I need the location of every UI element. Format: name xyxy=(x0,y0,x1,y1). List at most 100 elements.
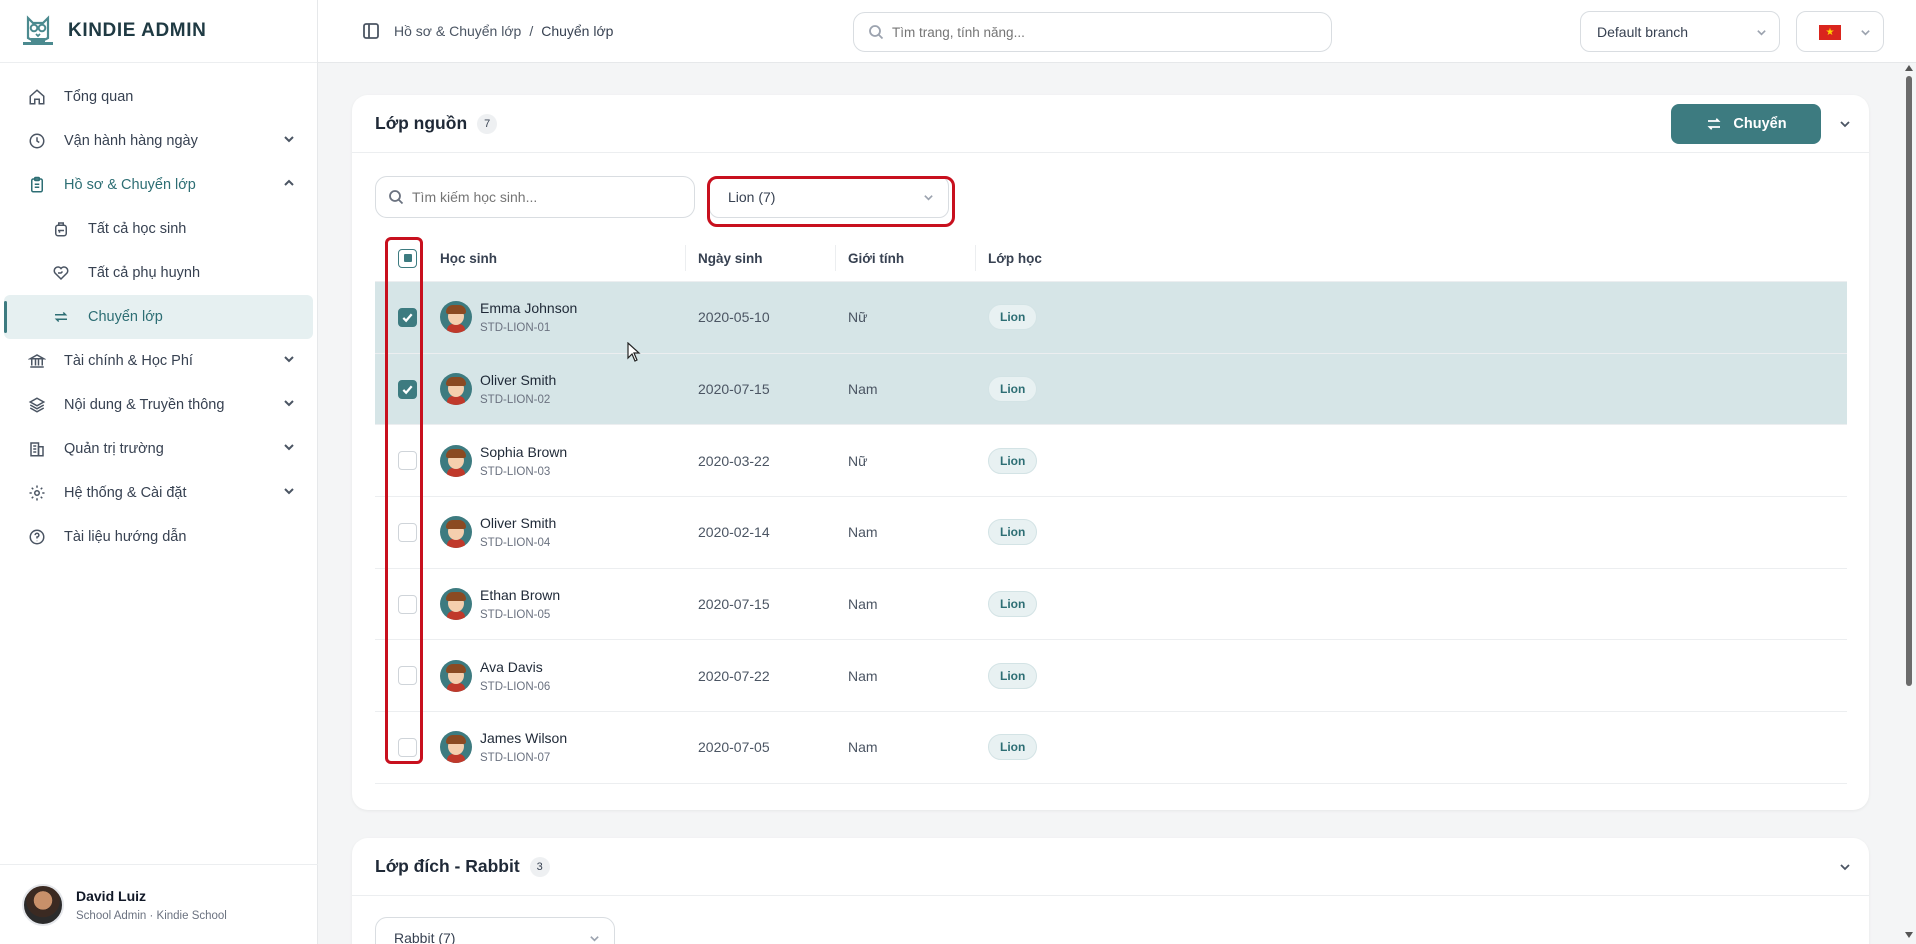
row-checkbox-cell xyxy=(375,666,440,686)
student-id: STD-LION-01 xyxy=(480,322,551,335)
brand[interactable]: KINDIE ADMIN xyxy=(0,0,317,63)
sidebar-item-overview[interactable]: Tổng quan xyxy=(0,75,317,119)
sidebar-item-system-settings[interactable]: Hệ thống & Cài đặt xyxy=(0,471,317,515)
select-all-checkbox[interactable] xyxy=(398,248,417,268)
sidebar-toggle-icon[interactable] xyxy=(362,22,380,40)
chevron-down-icon xyxy=(284,444,294,451)
sidebar-item-content[interactable]: Nội dung & Truyền thông xyxy=(0,383,317,427)
global-search[interactable] xyxy=(853,12,1332,52)
chevron-down-icon xyxy=(284,488,294,495)
chevron-down-icon xyxy=(284,400,294,407)
student-id: STD-LION-06 xyxy=(480,680,551,693)
student-gender: Nữ xyxy=(848,452,868,469)
class-pill: Lion xyxy=(988,376,1038,403)
student-gender: Nam xyxy=(848,667,878,684)
search-icon xyxy=(389,190,404,205)
sidebar-item-finance[interactable]: Tài chính & Học Phí xyxy=(0,339,317,383)
target-card-header: Lớp đích - Rabbit 3 xyxy=(352,838,1869,896)
student-search[interactable] xyxy=(375,176,695,218)
user-name: David Luiz xyxy=(76,887,147,904)
target-class-select-value: Rabbit (7) xyxy=(394,930,456,944)
table-body: Emma Johnson STD-LION-01 2020-05-10 Nữ L… xyxy=(375,282,1847,784)
column-divider xyxy=(975,245,976,271)
table-row[interactable]: Ethan Brown STD-LION-05 2020-07-15 Nam L… xyxy=(375,569,1847,641)
sidebar-item-daily-ops[interactable]: Vận hành hàng ngày xyxy=(0,119,317,163)
sidebar-item-label: Quản trị trường xyxy=(64,441,164,457)
sidebar-subitem-class-transfer[interactable]: Chuyển lớp xyxy=(4,295,313,339)
col-header-gender[interactable]: Giới tính xyxy=(848,251,988,266)
source-count-badge: 7 xyxy=(477,113,498,134)
col-header-class[interactable]: Lớp học xyxy=(988,251,1188,266)
language-select[interactable]: ★ xyxy=(1796,11,1884,52)
page-scrollbar[interactable] xyxy=(1904,62,1914,944)
sidebar-subitem-all-parents[interactable]: Tất cả phụ huynh xyxy=(0,251,317,295)
col-header-student[interactable]: Học sinh xyxy=(440,251,698,266)
student-cell: Ethan Brown STD-LION-05 xyxy=(440,587,698,621)
scroll-up-arrow-icon[interactable] xyxy=(1905,65,1913,71)
transfer-icon xyxy=(52,308,70,326)
student-cell: Sophia Brown STD-LION-03 xyxy=(440,444,698,478)
student-dob: 2020-03-22 xyxy=(698,452,770,469)
transfer-icon xyxy=(1707,118,1721,130)
chevron-down-icon[interactable] xyxy=(1839,861,1851,873)
student-class-cell: Lion xyxy=(988,591,1188,618)
sidebar-item-label: Tài liệu hướng dẫn xyxy=(64,529,187,545)
sidebar-item-docs[interactable]: Tài liệu hướng dẫn xyxy=(0,515,317,559)
row-checkbox[interactable] xyxy=(398,379,417,399)
row-checkbox[interactable] xyxy=(398,737,417,757)
student-dob: 2020-07-22 xyxy=(698,667,770,684)
row-checkbox[interactable] xyxy=(398,451,417,471)
move-button[interactable]: Chuyển xyxy=(1671,104,1821,144)
table-row[interactable]: Oliver Smith STD-LION-02 2020-07-15 Nam … xyxy=(375,353,1847,426)
table-row[interactable]: Ava Davis STD-LION-06 2020-07-22 Nam Lio… xyxy=(375,640,1847,713)
mouse-cursor-icon xyxy=(627,342,641,362)
user-profile[interactable]: David Luiz School Admin · Kindie School xyxy=(0,864,318,944)
student-id: STD-LION-02 xyxy=(480,394,551,407)
student-class-cell: Lion xyxy=(988,734,1188,761)
row-checkbox[interactable] xyxy=(398,307,417,327)
student-id: STD-LION-04 xyxy=(480,537,551,550)
topbar: Hồ sơ & Chuyển lớp / Chuyển lớp Default … xyxy=(318,0,1916,63)
building-icon xyxy=(28,440,46,458)
student-name: James Wilson xyxy=(480,730,568,747)
branch-select[interactable]: Default branch xyxy=(1580,11,1780,52)
student-dob: 2020-07-15 xyxy=(698,381,770,398)
student-table: Học sinh Ngày sinh Giới tính Lớp học Emm… xyxy=(375,235,1847,784)
target-count-badge: 3 xyxy=(529,856,550,877)
sidebar-item-records-transfer[interactable]: Hồ sơ & Chuyển lớp xyxy=(0,163,317,207)
owl-logo-icon xyxy=(23,15,53,45)
gear-icon xyxy=(28,484,46,502)
global-search-input[interactable] xyxy=(892,24,1312,40)
row-checkbox[interactable] xyxy=(398,522,417,542)
breadcrumb-separator: / xyxy=(529,23,534,39)
chevron-down-icon[interactable] xyxy=(1839,118,1851,130)
student-search-input[interactable] xyxy=(412,189,682,205)
source-card-header: Lớp nguồn 7 Chuyển xyxy=(352,95,1869,153)
student-avatar xyxy=(440,373,472,406)
table-row[interactable]: Sophia Brown STD-LION-03 2020-03-22 Nữ L… xyxy=(375,425,1847,498)
student-gender: Nam xyxy=(848,739,878,756)
source-card-title: Lớp nguồn xyxy=(375,113,468,133)
source-class-card: Lớp nguồn 7 Chuyển Lion (7) Học sinh Ngà… xyxy=(352,95,1869,810)
target-class-select[interactable]: Rabbit (7) xyxy=(375,917,615,944)
chevron-down-icon xyxy=(1861,30,1870,36)
table-row[interactable]: James Wilson STD-LION-07 2020-07-05 Nam … xyxy=(375,712,1847,784)
row-checkbox[interactable] xyxy=(398,666,417,686)
select-all-cell xyxy=(375,248,440,268)
sidebar-item-school-admin[interactable]: Quản trị trường xyxy=(0,427,317,471)
breadcrumb-item[interactable]: Hồ sơ & Chuyển lớp xyxy=(394,23,521,39)
scrollbar-thumb[interactable] xyxy=(1906,76,1912,686)
row-checkbox[interactable] xyxy=(398,594,417,614)
search-icon xyxy=(869,25,884,40)
student-gender: Nam xyxy=(848,596,878,613)
class-pill: Lion xyxy=(988,734,1038,761)
table-row[interactable]: Emma Johnson STD-LION-01 2020-05-10 Nữ L… xyxy=(375,282,1847,354)
student-name: Oliver Smith xyxy=(480,515,557,532)
table-row[interactable]: Oliver Smith STD-LION-04 2020-02-14 Nam … xyxy=(375,497,1847,569)
col-header-dob[interactable]: Ngày sinh xyxy=(698,251,848,266)
scroll-down-arrow-icon[interactable] xyxy=(1905,932,1913,938)
source-class-select[interactable]: Lion (7) xyxy=(709,176,949,218)
student-name: Ava Davis xyxy=(480,658,543,675)
sidebar-subitem-all-students[interactable]: Tất cả học sinh xyxy=(0,207,317,251)
student-cell: Oliver Smith STD-LION-02 xyxy=(440,372,698,406)
